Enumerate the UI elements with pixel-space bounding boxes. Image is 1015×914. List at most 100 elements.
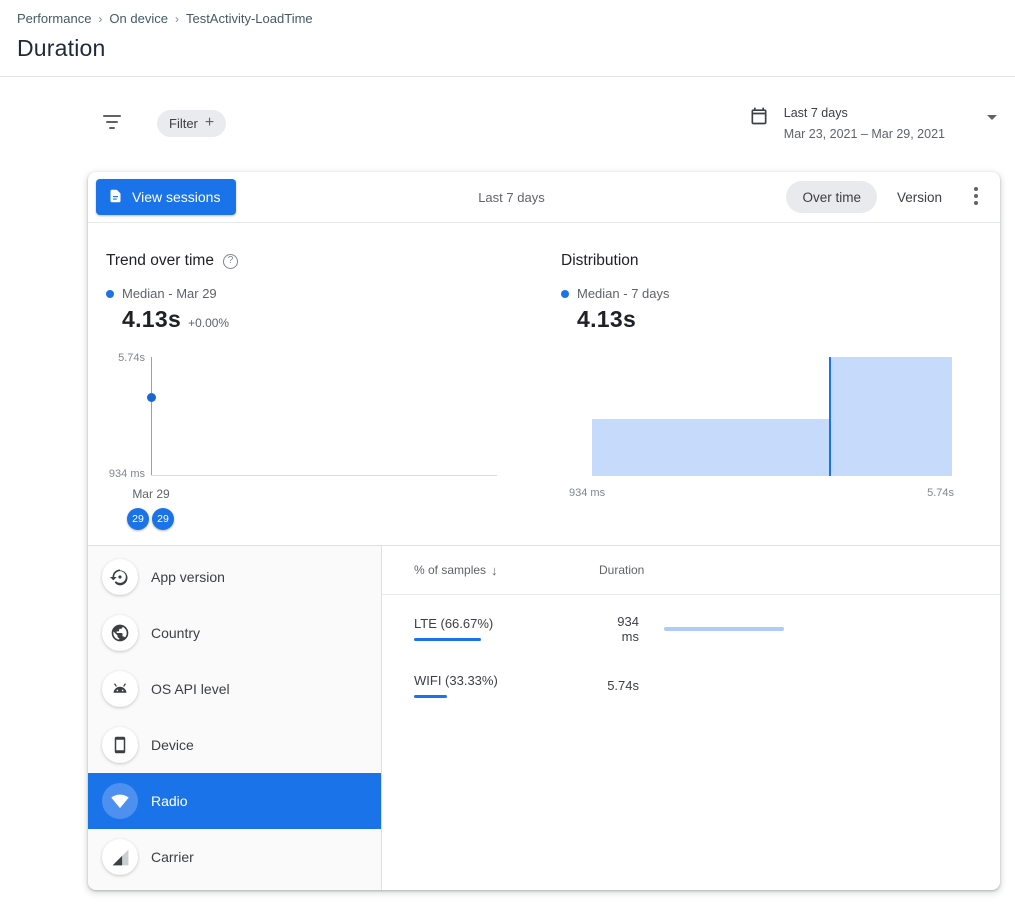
percent-bar bbox=[414, 638, 481, 641]
filter-list-icon bbox=[103, 115, 121, 132]
x-axis-max-label: 5.74s bbox=[927, 487, 954, 499]
filter-bar: Filter + Last 7 days Mar 23, 2021 – Mar … bbox=[99, 101, 997, 145]
column-header-duration[interactable]: Duration bbox=[599, 563, 644, 577]
median-marker-line bbox=[829, 357, 831, 476]
sidebar-item-label: Carrier bbox=[151, 849, 194, 865]
trend-delta: +0.00% bbox=[188, 316, 229, 330]
sidebar-item-app-version[interactable]: App version bbox=[88, 549, 381, 605]
sidebar-item-carrier[interactable]: Carrier bbox=[88, 829, 381, 885]
legend-dot-icon bbox=[106, 290, 114, 298]
table-row-lte[interactable]: LTE (66.67%) 934 ms bbox=[382, 600, 1000, 657]
percent-bar bbox=[414, 695, 447, 698]
sidebar-item-country[interactable]: Country bbox=[88, 605, 381, 661]
android-icon bbox=[102, 671, 138, 707]
date-texts: Last 7 days Mar 23, 2021 – Mar 29, 2021 bbox=[784, 106, 945, 141]
sidebar-item-radio[interactable]: Radio bbox=[88, 773, 381, 829]
table-header-row: % of samples ↓ Duration bbox=[382, 546, 1000, 595]
kebab-menu-icon bbox=[974, 187, 978, 208]
distribution-axis: 934 ms 5.74s bbox=[569, 487, 954, 499]
breadcrumb-current-trace: TestActivity-LoadTime bbox=[186, 11, 313, 26]
column-header-samples[interactable]: % of samples ↓ bbox=[414, 563, 599, 578]
sidebar-item-label: Radio bbox=[151, 793, 188, 809]
duration-card: View sessions Last 7 days Over time Vers… bbox=[88, 172, 1000, 890]
histogram-bar bbox=[830, 357, 952, 476]
sidebar-item-label: Device bbox=[151, 737, 194, 753]
filter-list-button[interactable] bbox=[99, 111, 125, 136]
duration-spark-bar bbox=[664, 627, 784, 631]
view-sessions-label: View sessions bbox=[132, 189, 220, 205]
x-axis-min-label: 934 ms bbox=[569, 487, 605, 499]
cell-signal-icon bbox=[102, 839, 138, 875]
page-title: Duration bbox=[17, 35, 999, 62]
more-options-button[interactable] bbox=[966, 183, 986, 212]
header-divider bbox=[0, 76, 1015, 77]
breadcrumb-separator: › bbox=[98, 12, 102, 26]
sidebar-item-os-api-level[interactable]: OS API level bbox=[88, 661, 381, 717]
trend-median-value: 4.13s bbox=[122, 306, 181, 333]
distribution-chart-panel: Distribution Median - 7 days 4.13s 934 m… bbox=[561, 252, 982, 545]
date-preset-label: Last 7 days bbox=[784, 106, 945, 120]
filter-chip[interactable]: Filter + bbox=[157, 110, 226, 137]
x-axis-line bbox=[151, 475, 497, 476]
date-range-slider: 29 29 bbox=[127, 508, 561, 530]
distribution-median-value: 4.13s bbox=[577, 306, 636, 333]
y-axis-line bbox=[151, 357, 152, 476]
charts-section: Trend over time ? Median - Mar 29 4.13s … bbox=[88, 223, 1000, 545]
y-axis-min-label: 934 ms bbox=[106, 468, 145, 480]
trend-title: Trend over time bbox=[106, 252, 214, 270]
distribution-value-row: 4.13s bbox=[577, 306, 982, 333]
distribution-legend: Median - 7 days bbox=[561, 286, 982, 301]
breadcrumb-separator: › bbox=[175, 12, 179, 26]
table-row-wifi[interactable]: WIFI (33.33%) 5.74s bbox=[382, 657, 1000, 714]
range-slider-handle-start[interactable]: 29 bbox=[127, 508, 149, 530]
breadcrumb: Performance › On device › TestActivity-L… bbox=[17, 11, 999, 26]
sidebar-item-label: OS API level bbox=[151, 681, 230, 697]
view-sessions-button[interactable]: View sessions bbox=[96, 179, 236, 215]
sidebar-item-label: App version bbox=[151, 569, 225, 585]
trend-chart-panel: Trend over time ? Median - Mar 29 4.13s … bbox=[106, 252, 561, 545]
date-range-text: Mar 23, 2021 – Mar 29, 2021 bbox=[784, 127, 945, 141]
sidebar-item-label: Country bbox=[151, 625, 200, 641]
globe-icon bbox=[102, 615, 138, 651]
filter-chip-label: Filter bbox=[169, 116, 198, 131]
legend-dot-icon bbox=[561, 290, 569, 298]
calendar-icon bbox=[749, 106, 769, 131]
distribution-plot bbox=[561, 357, 982, 476]
trend-legend: Median - Mar 29 bbox=[106, 286, 561, 301]
attributes-sidebar: App version Country OS API level Device bbox=[88, 546, 382, 890]
wifi-icon bbox=[102, 783, 138, 819]
breadcrumb-performance[interactable]: Performance bbox=[17, 11, 91, 26]
range-slider-handle-end[interactable]: 29 bbox=[152, 508, 174, 530]
sort-descending-icon: ↓ bbox=[491, 563, 498, 578]
row-label: WIFI (33.33%) bbox=[414, 673, 498, 688]
row-label: LTE (66.67%) bbox=[414, 616, 493, 631]
histogram-bar bbox=[592, 419, 830, 476]
breadcrumb-on-device[interactable]: On device bbox=[109, 11, 168, 26]
breakdown-table: % of samples ↓ Duration LTE (66.67%) 934… bbox=[382, 546, 1000, 890]
y-axis-max-label: 5.74s bbox=[106, 352, 145, 364]
date-range-picker[interactable]: Last 7 days Mar 23, 2021 – Mar 29, 2021 bbox=[749, 106, 997, 141]
trend-median-point bbox=[147, 393, 156, 402]
duration-value: 5.74s bbox=[599, 678, 639, 693]
distribution-title: Distribution bbox=[561, 252, 639, 270]
samples-header-label: % of samples bbox=[414, 563, 486, 577]
breakdown-section: App version Country OS API level Device bbox=[88, 545, 1000, 890]
trend-value-row: 4.13s +0.00% bbox=[122, 306, 561, 333]
trend-plot: 5.74s 934 ms bbox=[106, 357, 561, 476]
page-header: Performance › On device › TestActivity-L… bbox=[0, 0, 1015, 62]
trend-legend-label: Median - Mar 29 bbox=[122, 286, 217, 301]
duration-value: 934 ms bbox=[599, 614, 639, 644]
card-header: View sessions Last 7 days Over time Vers… bbox=[88, 172, 1000, 223]
x-axis-tick: Mar 29 bbox=[131, 487, 171, 501]
tab-over-time[interactable]: Over time bbox=[786, 181, 877, 213]
sidebar-item-device[interactable]: Device bbox=[88, 717, 381, 773]
period-label: Last 7 days bbox=[236, 190, 786, 205]
tab-version[interactable]: Version bbox=[881, 181, 958, 213]
smartphone-icon bbox=[102, 727, 138, 763]
view-tabs: Over time Version bbox=[786, 181, 958, 213]
help-icon[interactable]: ? bbox=[223, 254, 238, 269]
app-version-icon bbox=[102, 559, 138, 595]
document-icon bbox=[108, 188, 123, 207]
chevron-down-icon bbox=[987, 115, 997, 120]
distribution-legend-label: Median - 7 days bbox=[577, 286, 670, 301]
